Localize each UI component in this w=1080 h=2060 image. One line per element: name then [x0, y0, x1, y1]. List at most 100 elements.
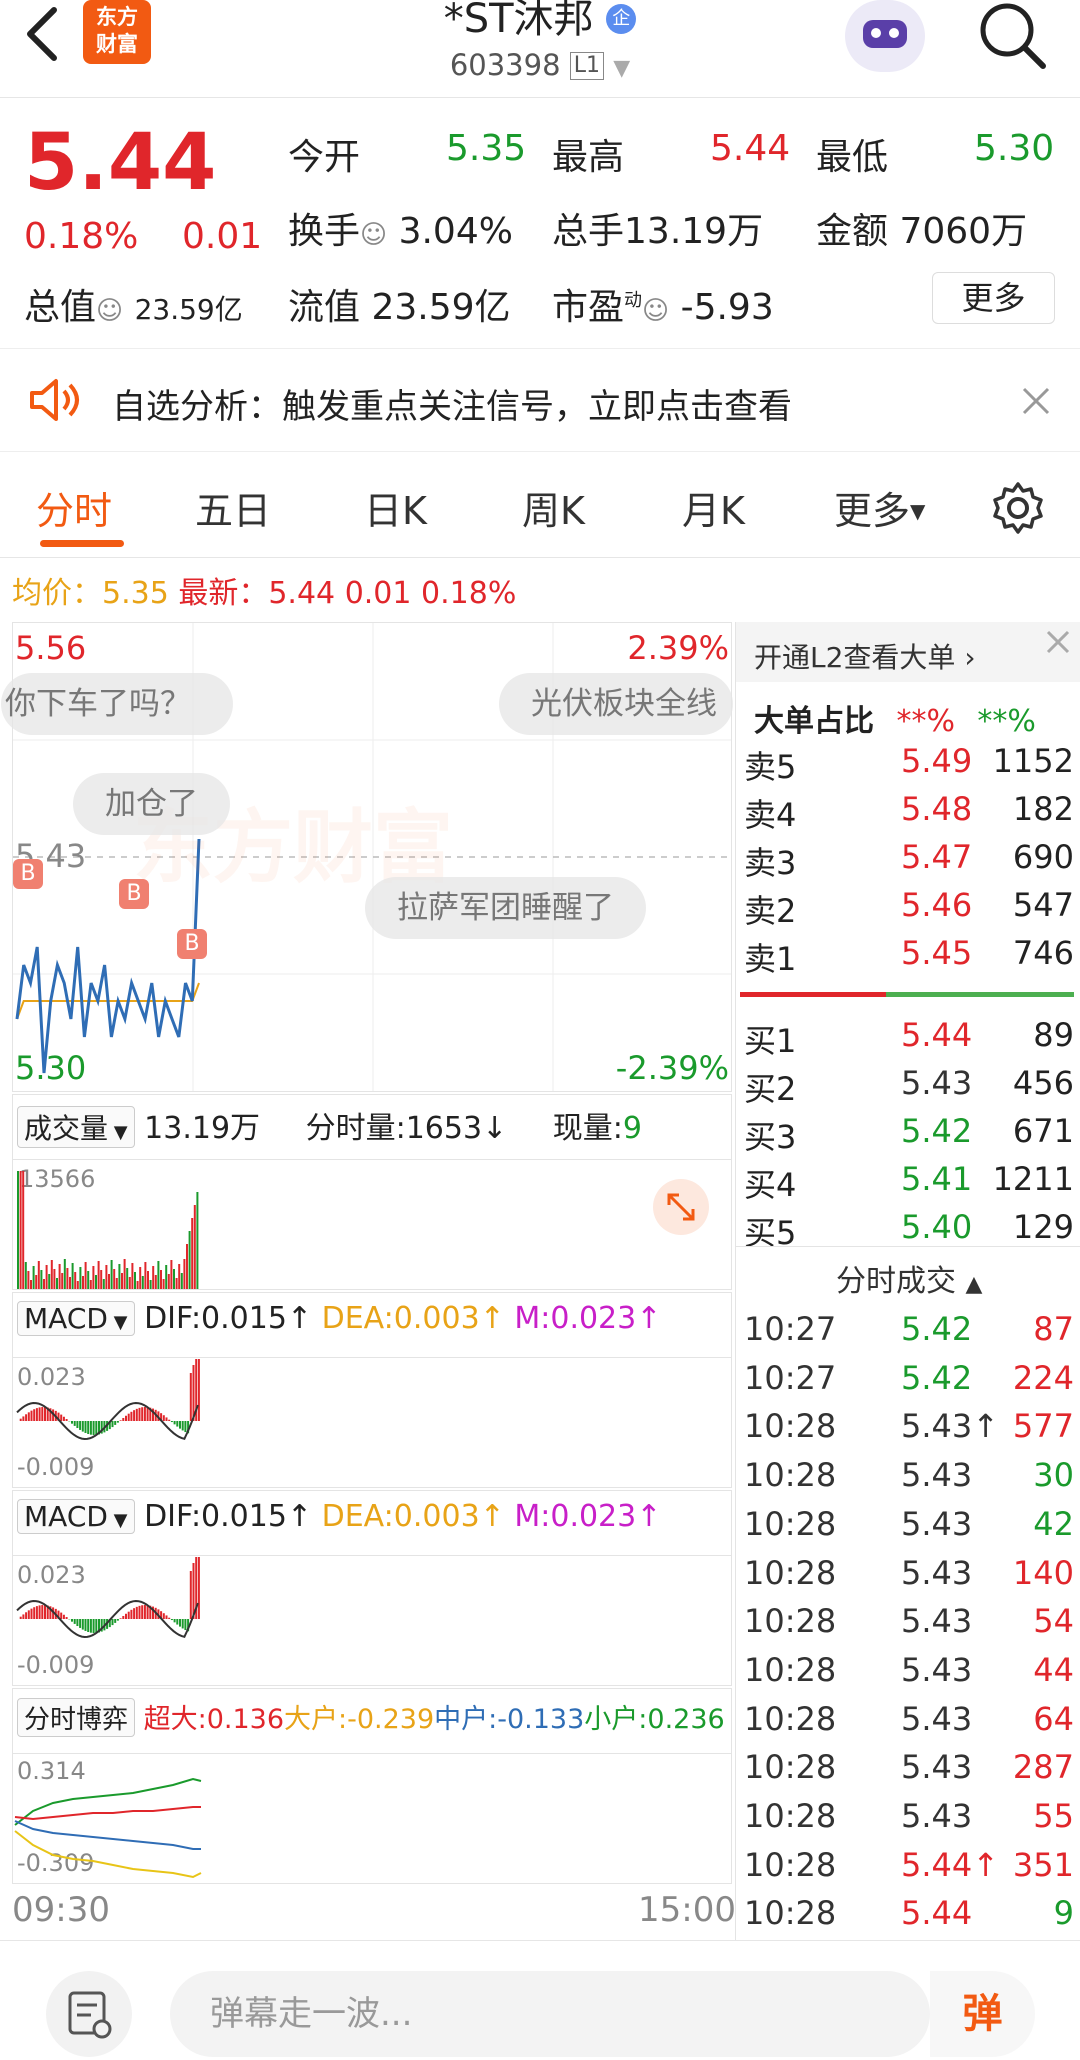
macd-selector[interactable]: MACD ▼ — [17, 1301, 135, 1336]
volume-bar — [134, 1272, 136, 1289]
money-flow-selector[interactable]: 分时博弈 — [17, 1698, 136, 1737]
trade-row-label: 10:28 — [744, 1845, 837, 1884]
volume-bar — [115, 1278, 118, 1289]
tab-weekly-k[interactable]: 周K — [522, 480, 585, 535]
trade-row-price: 5.44↑ — [901, 1845, 1000, 1884]
macd-bar — [76, 1619, 79, 1627]
active-tab-indicator — [40, 540, 124, 547]
robot-avatar[interactable] — [845, 0, 925, 72]
macd-bar — [71, 1619, 73, 1622]
trade-row-volume: 351 — [1012, 1845, 1074, 1884]
macd-bar — [189, 1571, 192, 1619]
buy-marker[interactable]: B — [119, 879, 149, 909]
money-flow-chart — [14, 1777, 202, 1879]
macd-bar — [41, 1605, 44, 1619]
volume-bar — [61, 1273, 64, 1289]
volume-bar — [154, 1275, 157, 1289]
order-book: 开通L2查看大单 › 大单占比 **% **% 卖5 5.49 1152 卖4 5.48… — [735, 622, 1080, 1940]
analysis-banner[interactable]: 自选分析：触发重点关注信号，立即点击查看 — [0, 348, 1080, 452]
volume-bar — [71, 1263, 74, 1289]
bid-row-price: 5.40 — [901, 1208, 973, 1246]
volume-bar — [147, 1271, 149, 1289]
danmaku-input[interactable]: 弹幕走一波... — [170, 1971, 930, 2057]
volume-selector[interactable]: 成交量 ▼ — [17, 1106, 135, 1148]
macd-bar — [184, 1421, 187, 1433]
macd-bar — [25, 1612, 28, 1619]
volume-bar — [123, 1259, 126, 1289]
macd-bar — [179, 1619, 181, 1627]
market-cap: 总值☺ 23.59亿 — [24, 287, 243, 328]
danmaku-bubble[interactable]: 光伏板块全线 — [499, 673, 733, 735]
close-icon[interactable] — [1038, 622, 1078, 662]
macd-bar — [19, 1418, 22, 1421]
macd-selector[interactable]: MACD ▼ — [17, 1499, 135, 1534]
settings-gear-icon[interactable] — [990, 480, 1046, 536]
bid-row-label: 买4 — [744, 1166, 797, 1204]
volume-bar — [19, 1171, 22, 1289]
macd-bar — [60, 1612, 63, 1619]
volume-bar — [48, 1274, 51, 1289]
macd-bar — [44, 1407, 46, 1421]
dropdown-icon: ▼ — [613, 56, 631, 81]
tab-five-day[interactable]: 五日 — [195, 480, 271, 535]
macd-bar — [138, 1605, 141, 1619]
low-value: 5.30 — [974, 128, 1055, 169]
volume-bar — [32, 1266, 35, 1289]
macd-bar — [189, 1373, 192, 1421]
trade-row-price: 5.43↑ — [901, 1407, 1000, 1446]
danmaku-toggle-button[interactable]: 弹 — [930, 1971, 1035, 2057]
volume-bar — [100, 1270, 103, 1289]
macd-bar — [135, 1606, 138, 1619]
tab-more[interactable]: 更多▼ — [834, 480, 925, 535]
volume-bar — [45, 1265, 48, 1289]
bottom-pct-label: -2.39% — [615, 1049, 729, 1087]
pe-ratio: 市盈动☺ -5.93 — [552, 287, 774, 328]
intraday-chart[interactable]: 东方财富 5.56 2.39% 5.43 5.30 -2.39% 你下车了吗？ … — [1, 622, 733, 1092]
volume-bar — [126, 1268, 129, 1289]
danmaku-bubble[interactable]: 你下车了吗？ — [1, 673, 233, 735]
bid-row-label: 买3 — [744, 1118, 797, 1156]
danmaku-bubble[interactable]: 拉萨军团睡醒了 — [365, 877, 646, 939]
trade-row: 10:28 5.43 44 — [736, 1651, 1076, 1699]
bid-row: 买2 5.43 456 — [736, 1064, 1076, 1112]
tab-intraday[interactable]: 分时 — [36, 480, 112, 535]
macd-bar — [92, 1421, 95, 1435]
macd-bar — [170, 1421, 173, 1423]
top-pct-label: 2.39% — [627, 629, 729, 667]
macd-bar — [119, 1618, 122, 1619]
trades-header[interactable]: 分时成交 ▲ — [836, 1256, 982, 1300]
trade-row: 10:28 5.43 64 — [736, 1700, 1076, 1748]
trade-row-volume: 577 — [1012, 1407, 1074, 1446]
buy-marker[interactable]: B — [177, 929, 207, 959]
current-price: 5.44 — [24, 118, 217, 208]
macd-chart — [16, 1359, 200, 1440]
expand-icon[interactable] — [653, 1179, 709, 1235]
volume-bar — [95, 1275, 97, 1289]
buy-marker[interactable]: B — [13, 859, 43, 889]
trade-row: 10:28 5.44↑ 351 — [736, 1846, 1076, 1894]
volume-bar — [43, 1279, 45, 1289]
volume-bar — [113, 1269, 116, 1289]
danmaku-bubble[interactable]: 加仓了 — [73, 773, 230, 835]
macd-bar — [33, 1409, 36, 1421]
trade-row-volume: 42 — [1033, 1504, 1074, 1543]
close-icon[interactable] — [1020, 385, 1052, 417]
ask-row-volume: 746 — [1012, 934, 1074, 972]
search-icon[interactable] — [975, 0, 1051, 70]
l2-promo[interactable]: 开通L2查看大单 › — [736, 622, 1080, 682]
volume-bar — [110, 1260, 113, 1289]
macd-bar — [168, 1617, 171, 1619]
bid-row: 买1 5.44 89 — [736, 1016, 1076, 1064]
more-quote-button[interactable]: 更多 — [932, 272, 1055, 324]
macd-bar — [170, 1619, 173, 1621]
speaker-icon — [30, 379, 79, 421]
trade-row-label: 10:28 — [744, 1407, 837, 1446]
tab-monthly-k[interactable]: 月K — [682, 480, 745, 535]
notes-icon[interactable] — [46, 1971, 132, 2057]
macd-bar — [38, 1407, 41, 1421]
chart-tabs: 分时 五日 日K 周K 月K 更多▼ — [0, 460, 1080, 558]
change-amount: 0.01 — [182, 216, 263, 257]
tab-daily-k[interactable]: 日K — [364, 480, 427, 535]
macd-bar — [27, 1412, 30, 1421]
macd-bar — [41, 1407, 44, 1421]
